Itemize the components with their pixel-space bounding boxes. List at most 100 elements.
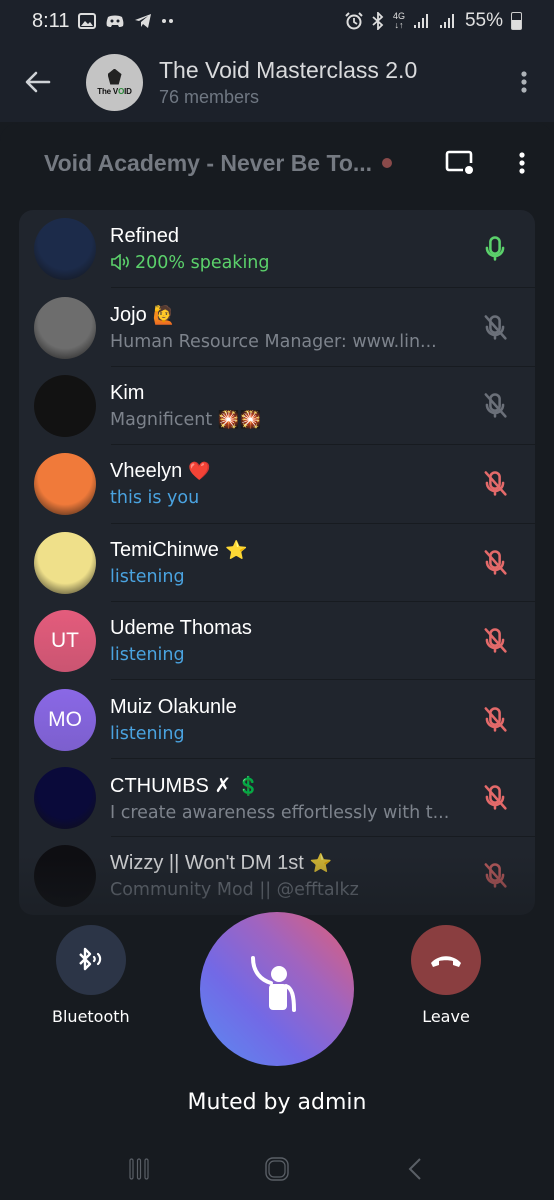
leave-label: Leave	[422, 1007, 470, 1026]
participant-avatar-image[interactable]	[34, 296, 96, 359]
mute-state-label: Muted by admin	[187, 1090, 367, 1115]
group-avatar-text: The VOID	[97, 86, 132, 96]
telegram-icon	[134, 13, 152, 29]
participant-name-line: Udeme Thomas	[110, 617, 471, 640]
participant-name-line: Kim	[110, 382, 471, 405]
signal-icon	[439, 13, 457, 29]
participant-avatar-image[interactable]	[34, 218, 96, 281]
participant-row[interactable]: UT Udeme Thomas listening	[19, 602, 535, 681]
microphone-off-icon[interactable]	[471, 382, 519, 430]
participant-row[interactable]: Kim Magnificent 🎇🎇	[19, 367, 535, 446]
participant-name-line: Muiz Olakunle	[110, 696, 471, 719]
participant-name-line: TemiChinwe ⭐	[110, 539, 471, 562]
participant-row[interactable]: Jojo 🙋 Human Resource Manager: www.lin...	[19, 288, 535, 368]
participant-info: Refined 200% speaking	[110, 225, 471, 273]
participant-row[interactable]: Vheelyn ❤️ this is you	[19, 445, 535, 524]
bluetooth-button[interactable]: Bluetooth	[52, 925, 130, 1026]
participant-status-text: Human Resource Manager: www.lin...	[110, 331, 437, 352]
participant-row[interactable]: MO Muiz Olakunle listening	[19, 680, 535, 760]
home-button[interactable]	[247, 1149, 307, 1189]
system-nav-bar	[0, 1138, 554, 1200]
leave-button-circle[interactable]	[411, 925, 481, 995]
back-icon	[408, 1158, 421, 1180]
voice-chat-title[interactable]: Void Academy - Never Be To...	[44, 150, 372, 177]
discord-icon	[105, 14, 125, 28]
participant-status-text: this is you	[110, 488, 200, 509]
participant-avatar[interactable]: UT	[34, 610, 96, 673]
header-info[interactable]: The Void Masterclass 2.0 76 members	[159, 57, 504, 108]
participant-status: Human Resource Manager: www.lin...	[110, 332, 465, 352]
participant-avatar-image[interactable]	[34, 531, 96, 594]
signal-icon	[413, 13, 431, 29]
emoji-status-badge: ⭐	[224, 539, 248, 560]
microphone-off-icon[interactable]	[471, 696, 519, 744]
back-button[interactable]	[10, 54, 66, 110]
participant-name: Udeme Thomas	[110, 617, 252, 640]
status-bar: 8:11 4G ↓↑ 55%	[0, 0, 554, 42]
participant-status-text: listening	[110, 566, 185, 587]
emoji-status-badge: 🙋	[152, 304, 176, 325]
emoji-status-badge: ❤️	[188, 461, 211, 482]
header-more-button[interactable]	[504, 54, 544, 110]
recents-button[interactable]	[109, 1149, 169, 1189]
bluetooth-icon	[371, 12, 385, 30]
hang-up-icon	[431, 956, 461, 967]
participant-status: listening	[110, 724, 465, 744]
participant-status: 200% speaking	[110, 253, 465, 273]
alarm-icon	[345, 12, 363, 30]
participant-row[interactable]: Refined 200% speaking	[19, 210, 535, 289]
arrow-left-icon	[25, 71, 51, 93]
participant-status: Magnificent 🎇🎇	[110, 410, 465, 430]
participant-info: Jojo 🙋 Human Resource Manager: www.lin...	[110, 304, 471, 352]
more-vertical-icon	[519, 152, 525, 174]
bluetooth-audio-icon	[78, 947, 102, 971]
microphone-off-icon[interactable]	[471, 460, 519, 508]
chat-header: The VOID The Void Masterclass 2.0 76 mem…	[0, 42, 554, 122]
call-controls: Bluetooth Leave	[0, 790, 554, 1066]
more-vertical-icon	[521, 71, 527, 93]
microphone-off-icon[interactable]	[471, 304, 519, 352]
participant-avatar-image[interactable]	[34, 453, 96, 516]
recording-indicator	[382, 158, 393, 168]
participant-info: Vheelyn ❤️ this is you	[110, 460, 471, 508]
participant-status-text: listening	[110, 723, 185, 744]
participant-row[interactable]: TemiChinwe ⭐ listening	[19, 524, 535, 603]
leave-button[interactable]: Leave	[411, 925, 481, 1026]
gallery-icon	[78, 13, 97, 29]
bluetooth-label: Bluetooth	[52, 1007, 130, 1026]
microphone-off-icon[interactable]	[471, 539, 519, 587]
more-notifications-icon	[161, 18, 175, 24]
home-icon	[265, 1157, 289, 1181]
voice-chat-header: Void Academy - Never Be To...	[0, 123, 554, 203]
status-time: 8:11	[32, 9, 70, 32]
participant-status: listening	[110, 567, 465, 587]
participant-name: Muiz Olakunle	[110, 695, 237, 718]
volume-icon	[110, 253, 135, 273]
recents-icon	[129, 1158, 149, 1180]
voice-chat-more-button[interactable]	[502, 143, 542, 183]
participant-avatar-image[interactable]	[34, 374, 96, 437]
raise-hand-icon	[251, 956, 296, 1012]
participant-status: this is you	[110, 488, 465, 508]
participant-info: Muiz Olakunle listening	[110, 696, 471, 744]
participant-avatar[interactable]: MO	[34, 688, 96, 751]
battery-percent: 55%	[464, 10, 503, 31]
participant-name-line: Vheelyn ❤️	[110, 460, 471, 483]
microphone-off-icon[interactable]	[471, 617, 519, 665]
network-4g-icon: 4G ↓↑	[392, 11, 405, 30]
battery-icon	[511, 12, 522, 30]
group-avatar[interactable]: The VOID	[86, 53, 143, 111]
participant-info: TemiChinwe ⭐ listening	[110, 539, 471, 587]
pip-button[interactable]	[440, 143, 480, 183]
raise-hand-button[interactable]	[200, 912, 354, 1066]
participant-name: Vheelyn	[110, 460, 183, 483]
bluetooth-button-circle[interactable]	[55, 925, 126, 995]
participant-name-line: Refined	[110, 225, 471, 248]
microphone-icon[interactable]	[471, 225, 519, 273]
nav-back-button[interactable]	[385, 1149, 445, 1189]
participant-name: Kim	[110, 381, 145, 404]
picture-in-picture-icon	[445, 150, 473, 174]
avatar-initials: MO	[48, 707, 82, 731]
participant-status-text: listening	[110, 645, 185, 666]
participant-status-text: Magnificent 🎇🎇	[110, 409, 262, 430]
